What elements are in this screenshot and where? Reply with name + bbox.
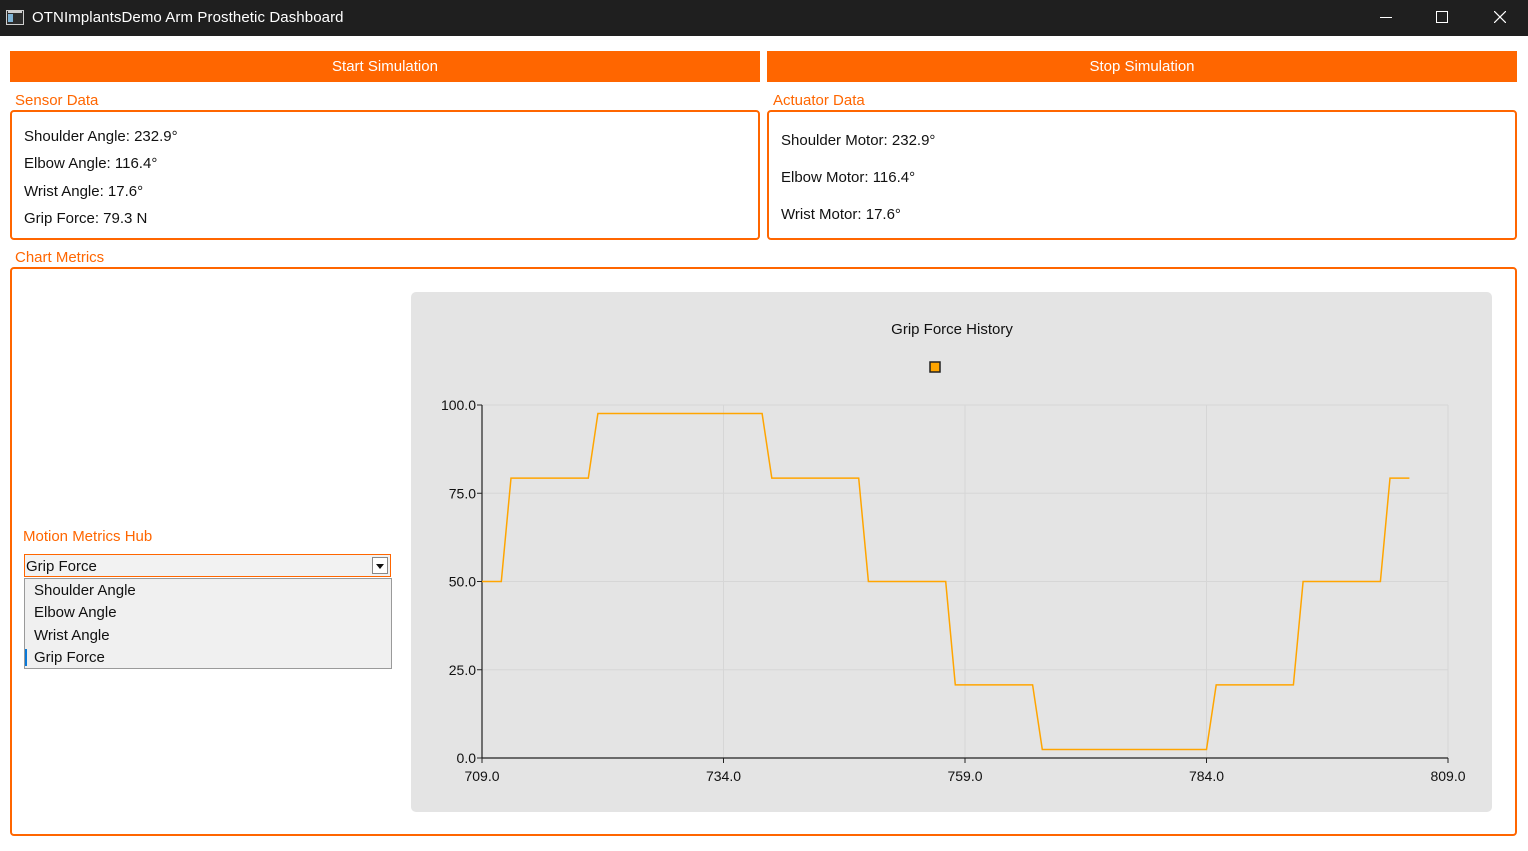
chart-title: Grip Force History bbox=[891, 321, 1013, 338]
sensor-data-group: Shoulder Angle: 232.9° Elbow Angle: 116.… bbox=[10, 110, 760, 240]
shoulder-motor-reading: Shoulder Motor: 232.9° bbox=[781, 132, 936, 149]
close-icon bbox=[1494, 11, 1506, 23]
chevron-down-icon[interactable] bbox=[372, 557, 388, 574]
x-tick-label: 784.0 bbox=[1189, 768, 1224, 784]
option-grip-force[interactable]: Grip Force bbox=[34, 649, 105, 666]
y-tick-label: 0.0 bbox=[457, 750, 477, 766]
motion-metrics-hub-label: Motion Metrics Hub bbox=[23, 528, 153, 545]
close-button[interactable] bbox=[1471, 0, 1528, 36]
wrist-angle-reading: Wrist Angle: 17.6° bbox=[24, 183, 144, 200]
elbow-motor-reading: Elbow Motor: 116.4° bbox=[781, 169, 916, 186]
grip-force-reading: Grip Force: 79.3 N bbox=[24, 210, 148, 227]
app-icon bbox=[6, 10, 24, 25]
chart-metrics-label: Chart Metrics bbox=[15, 249, 105, 266]
x-tick-label: 759.0 bbox=[947, 768, 982, 784]
x-tick-label: 709.0 bbox=[464, 768, 499, 784]
metric-select-value: Grip Force bbox=[26, 558, 97, 575]
x-tick-label: 809.0 bbox=[1430, 768, 1465, 784]
sensor-data-label: Sensor Data bbox=[15, 92, 99, 109]
y-tick-label: 50.0 bbox=[449, 574, 476, 590]
y-tick-label: 75.0 bbox=[449, 485, 476, 501]
chart-panel: Grip Force History 709.0 734.0 759.0 784.0 8… bbox=[411, 292, 1492, 812]
maximize-button[interactable] bbox=[1413, 0, 1471, 36]
option-wrist-angle[interactable]: Wrist Angle bbox=[34, 627, 110, 644]
metric-select[interactable]: Grip Force bbox=[24, 554, 391, 577]
start-simulation-button[interactable]: Start Simulation bbox=[10, 51, 760, 82]
shoulder-angle-reading: Shoulder Angle: 232.9° bbox=[24, 128, 178, 145]
elbow-angle-reading: Elbow Angle: 116.4° bbox=[24, 155, 158, 172]
selected-option-marker bbox=[25, 649, 27, 666]
y-tick-label: 25.0 bbox=[449, 662, 476, 678]
option-shoulder-angle[interactable]: Shoulder Angle bbox=[34, 582, 136, 599]
window-title: OTNImplantsDemo Arm Prosthetic Dashboard bbox=[32, 9, 344, 26]
stop-simulation-button[interactable]: Stop Simulation bbox=[767, 51, 1517, 82]
metric-dropdown-list: Shoulder Angle Elbow Angle Wrist Angle G… bbox=[24, 578, 392, 669]
actuator-data-group: Shoulder Motor: 232.9° Elbow Motor: 116.… bbox=[767, 110, 1517, 240]
legend-marker bbox=[929, 361, 941, 373]
wrist-motor-reading: Wrist Motor: 17.6° bbox=[781, 206, 901, 223]
option-elbow-angle[interactable]: Elbow Angle bbox=[34, 604, 117, 621]
actuator-data-label: Actuator Data bbox=[773, 92, 865, 109]
minimize-button[interactable] bbox=[1357, 0, 1415, 36]
grip-force-chart: Grip Force History 709.0 734.0 759.0 784.0 8… bbox=[441, 321, 1466, 784]
y-tick-label: 100.0 bbox=[441, 397, 476, 413]
title-bar: OTNImplantsDemo Arm Prosthetic Dashboard bbox=[0, 0, 1528, 36]
x-tick-label: 734.0 bbox=[706, 768, 741, 784]
